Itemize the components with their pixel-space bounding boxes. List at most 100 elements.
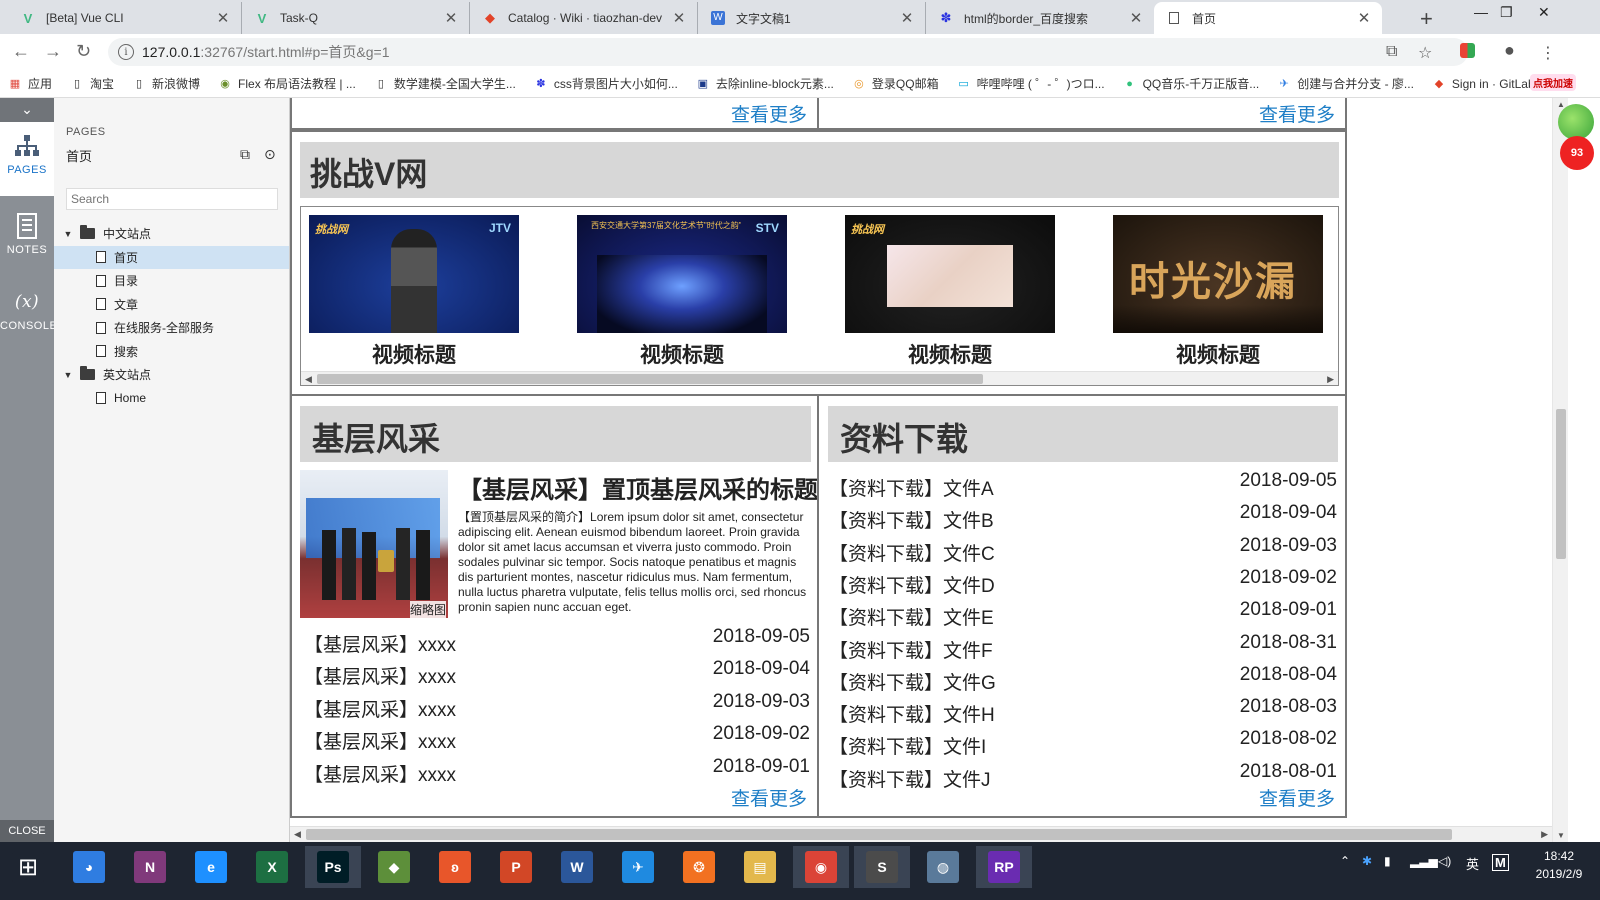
bookmark-item[interactable]: ▯ 淘宝 (70, 75, 114, 92)
expand-caret-icon[interactable]: ▼ (62, 370, 74, 380)
link-page-icon[interactable]: ⊙ (264, 146, 276, 163)
taskbar-app-button[interactable]: W (549, 846, 605, 888)
video-title[interactable]: 视频标题 (577, 339, 787, 369)
video-thumbnail[interactable]: 挑战网 (845, 215, 1055, 333)
taskbar-app-button[interactable]: Ps (305, 846, 361, 888)
bookmark-apps[interactable]: ▦ 应用 (8, 75, 52, 92)
signal-icon[interactable]: ▂▃▅ (1410, 854, 1438, 868)
tree-page[interactable]: 文章 (54, 293, 289, 316)
tab-home-active[interactable]: 首页 ✕ (1154, 2, 1382, 34)
video-card[interactable]: 挑战网 JTV 视频标题 (309, 215, 519, 367)
page-vscrollbar[interactable]: ▲ ▼ (1552, 98, 1568, 842)
tree-page[interactable]: 首页 (54, 245, 289, 269)
bookmark-item[interactable]: ● QQ音乐-千万正版音... (1123, 75, 1259, 92)
download-item[interactable]: 【资料下载】文件E 2018-09-01 (829, 599, 1337, 630)
taskbar-app-button[interactable]: ʚ (427, 846, 483, 888)
rail-console-button[interactable]: (x) CONSOLE (0, 278, 57, 352)
video-title[interactable]: 视频标题 (1113, 339, 1323, 369)
profile-icon[interactable]: ● (1504, 40, 1515, 61)
close-tab-icon[interactable]: ✕ (1356, 9, 1372, 27)
news-item[interactable]: 【基层风采】xxxx 2018-09-02 (304, 723, 810, 754)
taskbar-app-button[interactable]: ❂ (671, 846, 727, 888)
taskbar-app-button[interactable]: ▤ (732, 846, 788, 888)
open-page-icon[interactable]: ⧉ (240, 146, 250, 163)
pages-search-input[interactable] (66, 188, 278, 210)
address-bar[interactable]: i 127.0.0.1 :32767/start.html#p=首页&g=1 (108, 38, 1468, 66)
extension-icon[interactable] (1460, 43, 1475, 63)
network-icon[interactable]: ▮ (1384, 854, 1391, 868)
more-link[interactable]: 查看更多 (1259, 100, 1335, 127)
clock[interactable]: 18:42 2019/2/9 (1524, 847, 1594, 883)
scrollbar-thumb[interactable] (306, 829, 1452, 840)
video-card[interactable]: 时光沙漏 视频标题 (1113, 215, 1323, 367)
taskbar-app-button[interactable]: ◍ (915, 846, 971, 888)
taskbar-app-button[interactable]: X (244, 846, 300, 888)
close-tab-icon[interactable]: ✕ (671, 9, 687, 27)
floating-speedup-widget[interactable]: 93 (1556, 104, 1600, 170)
featured-title[interactable]: 【基层风采】置顶基层风采的标题 (458, 470, 818, 505)
close-tab-icon[interactable]: ✕ (443, 9, 459, 27)
more-link[interactable]: 查看更多 (731, 100, 807, 127)
news-item[interactable]: 【基层风采】xxxx 2018-09-04 (304, 658, 810, 689)
tab-vue-cli[interactable]: V [Beta] Vue CLI ✕ (8, 2, 242, 34)
bookmark-item[interactable]: ✽ css背景图片大小如何... (534, 75, 678, 92)
tab-task-q[interactable]: V Task-Q ✕ (242, 2, 470, 34)
tree-page[interactable]: 目录 (54, 269, 289, 292)
back-icon[interactable]: ← (12, 41, 30, 62)
new-tab-button[interactable]: + (1420, 6, 1433, 32)
news-item[interactable]: 【基层风采】xxxx 2018-09-01 (304, 756, 810, 787)
news-item[interactable]: 【基层风采】xxxx 2018-09-03 (304, 691, 810, 722)
tree-page[interactable]: 搜索 (54, 340, 289, 363)
site-info-icon[interactable]: i (118, 44, 134, 60)
collapse-toggle-icon[interactable]: ⌄ (0, 98, 54, 122)
forward-icon[interactable]: → (44, 41, 62, 62)
taskbar-app-button[interactable]: ◆ (366, 846, 422, 888)
video-title[interactable]: 视频标题 (845, 339, 1055, 369)
download-item[interactable]: 【资料下载】文件H 2018-08-03 (829, 696, 1337, 727)
more-link[interactable]: 查看更多 (1259, 784, 1335, 811)
scrollbar-thumb[interactable] (317, 374, 983, 384)
taskbar-app-button[interactable]: ◕ (61, 846, 117, 888)
download-item[interactable]: 【资料下载】文件I 2018-08-02 (829, 728, 1337, 759)
download-item[interactable]: 【资料下载】文件D 2018-09-02 (829, 567, 1337, 598)
expand-caret-icon[interactable]: ▼ (62, 229, 74, 239)
close-tab-icon[interactable]: ✕ (1128, 9, 1144, 27)
tab-baidu-search[interactable]: ✽ html的border_百度搜索 ✕ (926, 2, 1154, 34)
tray-expand-icon[interactable]: ⌃ (1340, 854, 1350, 868)
bookmark-item[interactable]: ▯ 新浪微博 (132, 75, 200, 92)
translate-icon[interactable]: ⧉ (1386, 43, 1397, 61)
taskbar-app-button[interactable]: N (122, 846, 178, 888)
menu-icon[interactable]: ⋮ (1540, 43, 1556, 63)
video-thumbnail[interactable]: 挑战网 JTV (309, 215, 519, 333)
close-window-icon[interactable]: ✕ (1538, 4, 1550, 21)
tab-gitlab-wiki[interactable]: ◆ Catalog · Wiki · tiaozhan-dev ✕ (470, 2, 698, 34)
download-item[interactable]: 【资料下载】文件A 2018-09-05 (829, 470, 1337, 501)
taskbar-app-button[interactable]: P (488, 846, 544, 888)
tree-folder[interactable]: ▼ 中文站点 (54, 222, 289, 245)
bookmark-item[interactable]: ◆ Sign in · GitLab (1432, 77, 1535, 91)
bookmark-item[interactable]: ▭ 哔哩哔哩 ( ゜- ゜)つロ... (957, 75, 1104, 92)
taskbar-app-button[interactable]: ✈ (610, 846, 666, 888)
scroll-left-icon[interactable]: ◀ (294, 827, 301, 841)
ime-mode-indicator[interactable]: M (1492, 854, 1509, 871)
bookmark-star-icon[interactable]: ☆ (1418, 43, 1432, 63)
minimize-icon[interactable]: — (1474, 4, 1488, 20)
close-sidebar-button[interactable]: CLOSE (0, 820, 54, 842)
scroll-left-icon[interactable]: ◀ (305, 372, 312, 385)
download-item[interactable]: 【资料下载】文件B 2018-09-04 (829, 502, 1337, 533)
bookmark-item[interactable]: ◎ 登录QQ邮箱 (852, 75, 938, 92)
bluetooth-icon[interactable]: ✱ (1362, 854, 1372, 868)
video-card[interactable]: 西安交通大学第37届文化艺术节"时代之韵"... STV 视频标题 (577, 215, 787, 367)
taskbar-app-button[interactable]: e (183, 846, 239, 888)
start-button[interactable]: ⊞ (0, 846, 56, 888)
reload-icon[interactable]: ↻ (76, 41, 91, 62)
bookmark-item[interactable]: ▯ 数学建模-全国大学生... (374, 75, 516, 92)
restore-icon[interactable]: ❐ (1500, 4, 1513, 21)
rail-notes-button[interactable]: NOTES (0, 202, 54, 276)
download-item[interactable]: 【资料下载】文件C 2018-09-03 (829, 535, 1337, 566)
carousel-scrollbar[interactable]: ◀ ▶ (301, 371, 1338, 385)
speedup-badge[interactable]: 点我加速 (1530, 74, 1576, 91)
rail-pages-button[interactable]: PAGES (0, 122, 54, 196)
video-thumbnail[interactable]: 西安交通大学第37届文化艺术节"时代之韵"... STV (577, 215, 787, 333)
taskbar-app-button[interactable]: RP (976, 846, 1032, 888)
